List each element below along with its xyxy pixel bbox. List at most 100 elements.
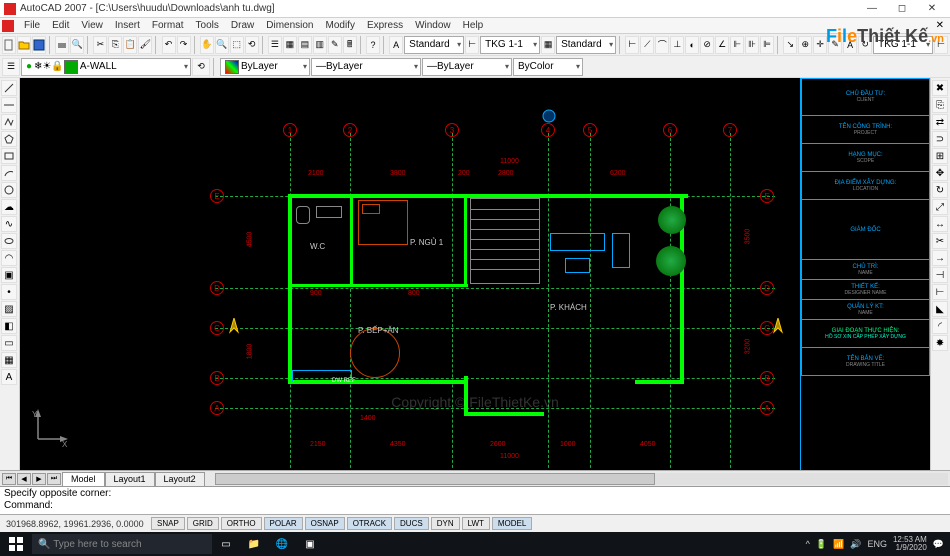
pline-tool[interactable] xyxy=(1,114,17,130)
close-button[interactable]: ✕ xyxy=(918,1,946,17)
table-tool[interactable]: ▦ xyxy=(1,352,17,368)
menu-window[interactable]: Window xyxy=(409,20,457,31)
offset-tool[interactable]: ⊃ xyxy=(932,131,948,147)
mtext-tool[interactable]: A xyxy=(1,369,17,385)
preview-button[interactable]: 🔍 xyxy=(70,36,84,54)
polar-toggle[interactable]: POLAR xyxy=(264,517,303,530)
stretch-tool[interactable]: ↔ xyxy=(932,216,948,232)
extend-tool[interactable]: → xyxy=(932,250,948,266)
otrack-toggle[interactable]: OTRACK xyxy=(347,517,392,530)
spline-tool[interactable]: ∿ xyxy=(1,216,17,232)
grid-toggle[interactable]: GRID xyxy=(187,517,219,530)
new-button[interactable] xyxy=(2,36,16,54)
menu-tools[interactable]: Tools xyxy=(190,20,225,31)
redo-button[interactable]: ↷ xyxy=(177,36,191,54)
tool-palette-button[interactable]: ▤ xyxy=(298,36,312,54)
erase-tool[interactable]: ✖ xyxy=(932,80,948,96)
break-tool[interactable]: ⊣ xyxy=(932,267,948,283)
cut-button[interactable]: ✂ xyxy=(93,36,107,54)
menu-insert[interactable]: Insert xyxy=(109,20,146,31)
tab-last[interactable]: ⏭ xyxy=(47,473,61,485)
tray-battery-icon[interactable]: 🔋 xyxy=(816,539,827,550)
search-box[interactable]: 🔍 Type here to search xyxy=(32,534,212,554)
menu-draw[interactable]: Draw xyxy=(225,20,260,31)
dyn-toggle[interactable]: DYN xyxy=(431,517,460,530)
dim-leader-button[interactable]: ↘ xyxy=(783,36,797,54)
task-app[interactable]: 📁 xyxy=(240,532,268,556)
dim-linear-button[interactable]: ⊢ xyxy=(625,36,639,54)
line-tool[interactable] xyxy=(1,80,17,96)
print-button[interactable] xyxy=(55,36,69,54)
array-tool[interactable]: ⊞ xyxy=(932,148,948,164)
copy-tool[interactable]: ⎘ xyxy=(932,97,948,113)
trim-tool[interactable]: ✂ xyxy=(932,233,948,249)
minimize-button[interactable]: — xyxy=(858,1,886,17)
layer-prev-button[interactable]: ⟲ xyxy=(192,58,210,76)
color-dropdown[interactable]: ByLayer xyxy=(220,58,310,76)
properties-button[interactable]: ☰ xyxy=(268,36,282,54)
cmd-prompt[interactable]: Command: xyxy=(4,500,946,512)
model-toggle[interactable]: MODEL xyxy=(492,517,532,530)
menu-dimension[interactable]: Dimension xyxy=(260,20,319,31)
drawing-canvas[interactable]: 1 2 3 4 5 6 7 1 2 3 4 5 6 7 A B C D E A … xyxy=(20,78,930,470)
zoom-window-button[interactable]: ⬚ xyxy=(230,36,244,54)
snap-toggle[interactable]: SNAP xyxy=(151,517,185,530)
ellipse-tool[interactable] xyxy=(1,233,17,249)
dim-baseline-button[interactable]: ⊪ xyxy=(745,36,759,54)
rect-tool[interactable] xyxy=(1,148,17,164)
menu-help[interactable]: Help xyxy=(457,20,490,31)
menu-format[interactable]: Format xyxy=(146,20,190,31)
osnap-toggle[interactable]: OSNAP xyxy=(305,517,345,530)
help-button[interactable]: ? xyxy=(366,36,380,54)
gradient-tool[interactable]: ◧ xyxy=(1,318,17,334)
arc-tool[interactable] xyxy=(1,165,17,181)
textstyle-icon[interactable]: A xyxy=(389,36,403,54)
dim-aligned-button[interactable]: ⟋ xyxy=(640,36,654,54)
menu-express[interactable]: Express xyxy=(361,20,409,31)
tray-up-icon[interactable]: ^ xyxy=(806,539,810,549)
calc-button[interactable]: 🖩 xyxy=(343,36,357,54)
dim-arc-button[interactable]: ⌒ xyxy=(655,36,669,54)
undo-button[interactable]: ↶ xyxy=(162,36,176,54)
menu-edit[interactable]: Edit xyxy=(46,20,75,31)
hatch-tool[interactable]: ▨ xyxy=(1,301,17,317)
revcloud-tool[interactable]: ☁ xyxy=(1,199,17,215)
ducs-toggle[interactable]: DUCS xyxy=(394,517,429,530)
zoom-button[interactable]: 🔍 xyxy=(215,36,229,54)
region-tool[interactable]: ▭ xyxy=(1,335,17,351)
tab-next[interactable]: ▶ xyxy=(32,473,46,485)
textstyle-dropdown[interactable]: Standard xyxy=(404,36,464,54)
open-button[interactable] xyxy=(17,36,31,54)
tablestyle-icon[interactable]: ▦ xyxy=(541,36,555,54)
menu-file[interactable]: File xyxy=(18,20,46,31)
command-window[interactable]: Specify opposite corner: Command: xyxy=(0,486,950,514)
pan-button[interactable]: ✋ xyxy=(200,36,214,54)
plotstyle-dropdown[interactable]: ByColor xyxy=(513,58,583,76)
menu-modify[interactable]: Modify xyxy=(320,20,361,31)
zoom-prev-button[interactable]: ⟲ xyxy=(245,36,259,54)
menu-view[interactable]: View xyxy=(75,20,109,31)
rotate-tool[interactable]: ↻ xyxy=(932,182,948,198)
tray-volume-icon[interactable]: 🔊 xyxy=(850,539,861,550)
circle-tool[interactable] xyxy=(1,182,17,198)
task-app[interactable]: ▣ xyxy=(296,532,324,556)
tab-layout1[interactable]: Layout1 xyxy=(105,472,155,486)
paste-button[interactable]: 📋 xyxy=(123,36,137,54)
point-tool[interactable]: • xyxy=(1,284,17,300)
polygon-tool[interactable] xyxy=(1,131,17,147)
save-button[interactable] xyxy=(32,36,46,54)
dim-angular-button[interactable]: ∠ xyxy=(715,36,729,54)
tab-layout2[interactable]: Layout2 xyxy=(155,472,205,486)
explode-tool[interactable]: ✸ xyxy=(932,335,948,351)
tab-first[interactable]: ⏮ xyxy=(2,473,16,485)
mirror-tool[interactable]: ⇄ xyxy=(932,114,948,130)
hscrollbar[interactable] xyxy=(215,473,948,485)
dimstyle-icon[interactable]: ⊢ xyxy=(465,36,479,54)
tray-lang[interactable]: ENG xyxy=(867,539,887,549)
join-tool[interactable]: ⊢ xyxy=(932,284,948,300)
dim-diameter-button[interactable]: ⊘ xyxy=(700,36,714,54)
design-center-button[interactable]: ▦ xyxy=(283,36,297,54)
scale-tool[interactable]: ⤢ xyxy=(932,199,948,215)
dim-quick-button[interactable]: ⊩ xyxy=(730,36,744,54)
layer-props-button[interactable]: ☰ xyxy=(2,58,20,76)
